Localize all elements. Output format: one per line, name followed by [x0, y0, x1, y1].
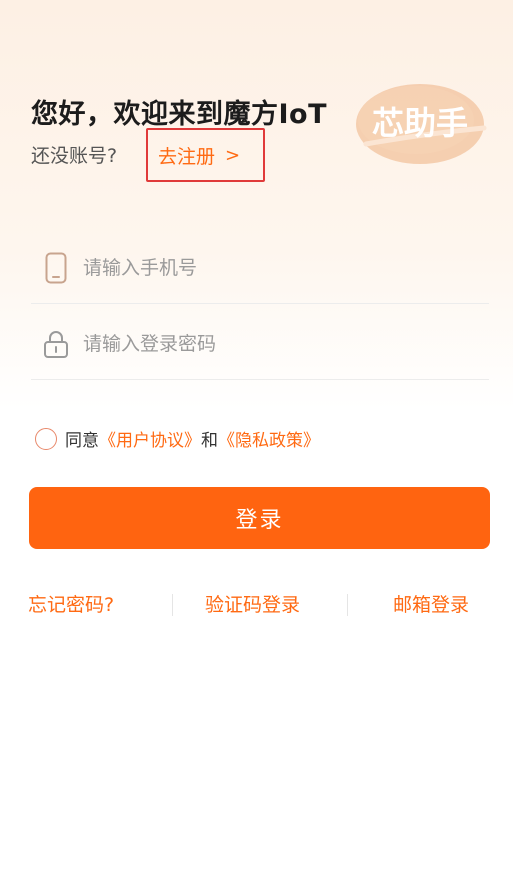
phone-input[interactable]: [83, 256, 463, 279]
logo-text: 芯助手: [372, 104, 468, 142]
register-link[interactable]: 去注册 >: [146, 128, 265, 182]
forgot-password-link[interactable]: 忘记密码?: [28, 590, 114, 617]
alt-login-links: 忘记密码? 验证码登录 邮箱登录: [0, 590, 513, 620]
agree-checkbox[interactable]: [35, 427, 57, 450]
password-input[interactable]: [83, 332, 463, 355]
email-login-link[interactable]: 邮箱登录: [393, 590, 469, 617]
no-account-label: 还没账号?: [31, 145, 118, 167]
privacy-policy-link[interactable]: 《隐私政策》: [218, 426, 320, 451]
header: 您好，欢迎来到魔方IoT: [31, 92, 327, 131]
login-button[interactable]: 登录: [29, 487, 490, 549]
agree-and: 和: [201, 431, 218, 451]
chevron-right-icon: >: [225, 144, 241, 166]
lock-icon: [43, 328, 69, 360]
logo-icon: 芯助手: [356, 84, 487, 164]
register-link-label: 去注册: [158, 145, 216, 168]
agree-prefix: 同意: [65, 431, 99, 451]
phone-field[interactable]: [31, 232, 489, 304]
divider: [347, 594, 348, 616]
divider: [172, 594, 173, 616]
phone-icon: [43, 252, 69, 284]
agreement-row: 同意 《用户协议》 和 《隐私政策》: [35, 426, 320, 451]
password-field[interactable]: [31, 308, 489, 380]
sms-login-link[interactable]: 验证码登录: [205, 590, 300, 617]
register-row: 还没账号? 去注册 >: [31, 128, 265, 182]
page-title: 您好，欢迎来到魔方IoT: [31, 99, 328, 130]
logo-badge: 芯助手: [352, 78, 492, 168]
user-agreement-link[interactable]: 《用户协议》: [99, 426, 201, 451]
